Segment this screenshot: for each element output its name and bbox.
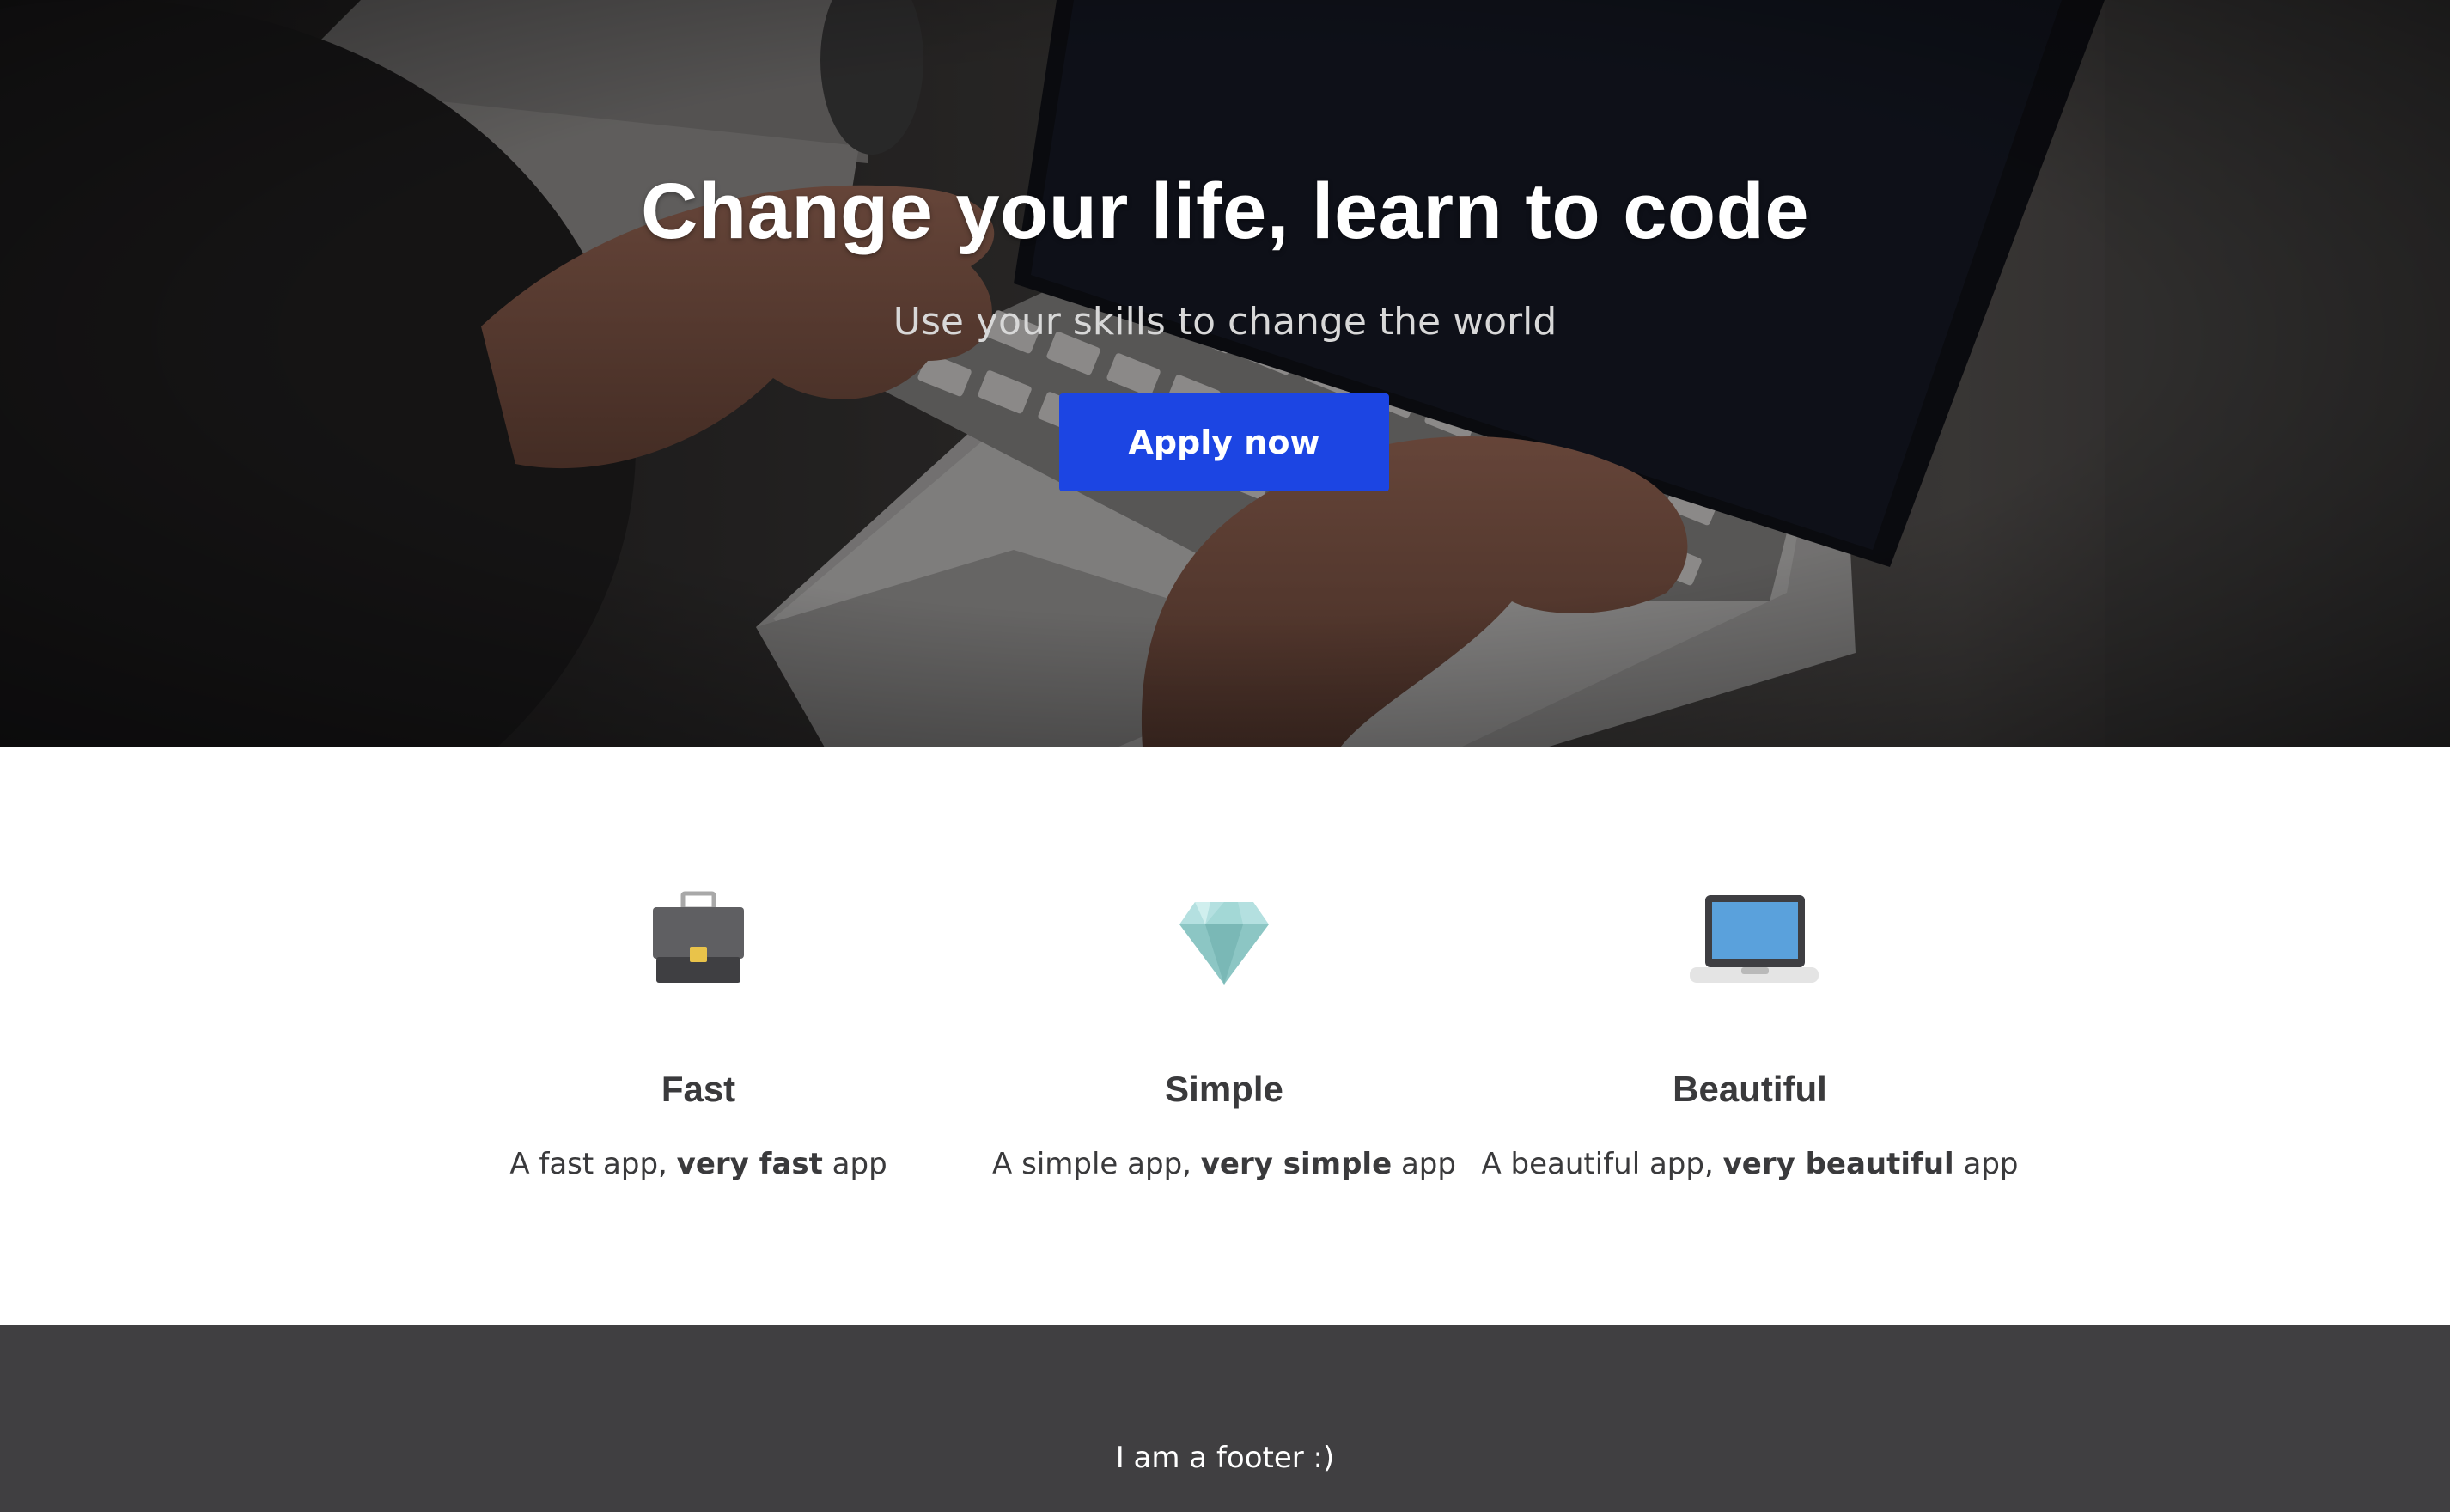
landing-page: Change your life, learn to code Use your… bbox=[0, 0, 2450, 1512]
feature-description: A simple app, very simple app bbox=[992, 1147, 1456, 1181]
apply-now-button[interactable]: Apply now bbox=[1059, 393, 1389, 491]
feature-beautiful: Beautiful A beautiful app, very beautifu… bbox=[1481, 747, 2019, 1325]
feature-description: A beautiful app, very beautiful app bbox=[1481, 1147, 2019, 1181]
feature-title: Fast bbox=[661, 1069, 736, 1109]
feature-simple: Simple A simple app, very simple app bbox=[975, 747, 1473, 1325]
briefcase-icon bbox=[653, 891, 744, 983]
hero-title: Change your life, learn to code bbox=[641, 168, 1809, 255]
feature-title: Beautiful bbox=[1673, 1069, 1827, 1109]
feature-fast: Fast A fast app, very fast app bbox=[449, 747, 948, 1325]
hero-subtitle: Use your skills to change the world bbox=[893, 300, 1557, 344]
feature-title: Simple bbox=[1165, 1069, 1283, 1109]
diamond-icon bbox=[1179, 902, 1269, 985]
feature-description: A fast app, very fast app bbox=[509, 1147, 887, 1181]
page-footer: I am a footer :) bbox=[0, 1325, 2450, 1512]
laptop-icon bbox=[1690, 895, 1819, 983]
hero-section: Change your life, learn to code Use your… bbox=[0, 0, 2450, 747]
features-section: Fast A fast app, very fast app Simple A … bbox=[0, 747, 2450, 1325]
hero-dark-overlay bbox=[0, 0, 2450, 747]
footer-text: I am a footer :) bbox=[1115, 1441, 1335, 1475]
